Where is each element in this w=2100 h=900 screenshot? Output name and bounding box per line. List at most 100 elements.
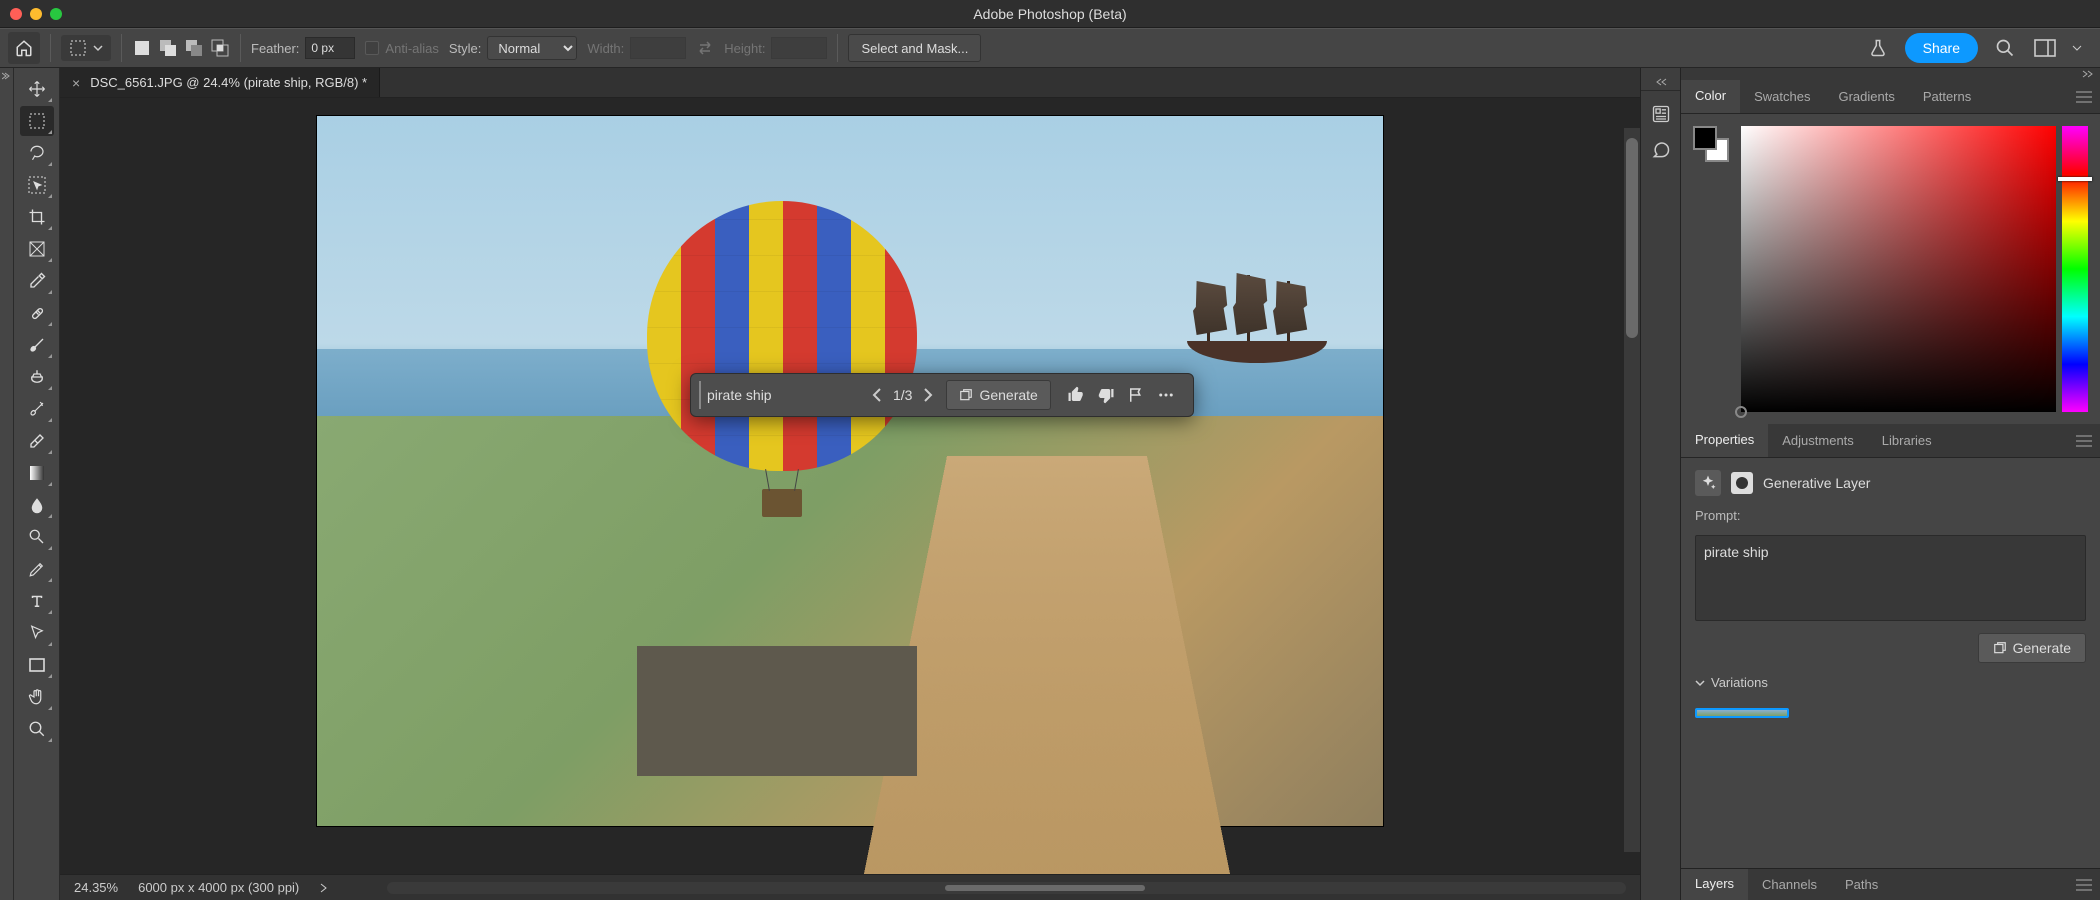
tab-swatches[interactable]: Swatches (1740, 80, 1824, 113)
intersect-selection-icon[interactable] (210, 38, 230, 58)
panel-menu-icon[interactable] (2068, 869, 2100, 900)
search-icon[interactable] (1992, 35, 2018, 61)
lasso-tool[interactable] (20, 138, 54, 168)
collapse-chevrons-icon[interactable] (1654, 78, 1668, 86)
gradient-tool[interactable] (20, 458, 54, 488)
panel-menu-icon[interactable] (2068, 424, 2100, 457)
tab-libraries[interactable]: Libraries (1868, 424, 1946, 457)
thumbs-up-icon[interactable] (1067, 386, 1085, 404)
document-tab-title: DSC_6561.JPG @ 24.4% (pirate ship, RGB/8… (90, 75, 367, 90)
rectangular-marquee-tool[interactable] (20, 106, 54, 136)
zoom-level[interactable]: 24.35% (74, 880, 118, 895)
tab-channels[interactable]: Channels (1748, 869, 1831, 900)
collapse-chevrons-icon[interactable] (2080, 70, 2094, 78)
variation-thumb-1[interactable] (1695, 708, 1789, 718)
status-menu-chevron-icon[interactable] (319, 882, 327, 894)
beaker-icon[interactable] (1865, 35, 1891, 61)
clone-stamp-tool[interactable] (20, 362, 54, 392)
options-bar: Feather: Anti-alias Style: Normal Width:… (0, 28, 2100, 68)
tab-color[interactable]: Color (1681, 80, 1740, 113)
close-window[interactable] (10, 8, 22, 20)
spot-healing-tool[interactable] (20, 298, 54, 328)
dodge-tool[interactable] (20, 522, 54, 552)
minimize-window[interactable] (30, 8, 42, 20)
blur-tool[interactable] (20, 490, 54, 520)
chevron-down-icon[interactable] (2072, 43, 2082, 53)
history-panel-icon[interactable] (1648, 101, 1674, 127)
brush-tool[interactable] (20, 330, 54, 360)
path-selection-tool[interactable] (20, 618, 54, 648)
scrollbar-thumb[interactable] (1626, 138, 1638, 338)
tab-adjustments[interactable]: Adjustments (1768, 424, 1868, 457)
panel-menu-icon[interactable] (2068, 80, 2100, 113)
color-picker-cursor[interactable] (1735, 406, 1747, 418)
width-input (630, 37, 686, 59)
hue-slider-thumb[interactable] (2058, 177, 2092, 181)
tab-properties[interactable]: Properties (1681, 424, 1768, 457)
divider (837, 34, 838, 62)
tab-patterns[interactable]: Patterns (1909, 80, 1985, 113)
close-tab-icon[interactable]: × (72, 75, 80, 91)
tab-gradients[interactable]: Gradients (1824, 80, 1908, 113)
object-selection-tool[interactable] (20, 170, 54, 200)
gen-prompt-input[interactable] (699, 381, 859, 409)
add-selection-icon[interactable] (158, 38, 178, 58)
gen-prev-icon[interactable] (871, 388, 883, 402)
antialias-checkbox (365, 41, 379, 55)
flag-icon[interactable] (1127, 386, 1145, 404)
variations-section-header[interactable]: Variations (1695, 675, 2086, 690)
collapsed-panel-dock (1640, 68, 1680, 900)
canvas-viewport[interactable]: 1/3 Generate (60, 98, 1640, 874)
properties-generate-button[interactable]: Generate (1978, 633, 2086, 663)
move-tool[interactable] (20, 74, 54, 104)
share-button[interactable]: Share (1905, 33, 1978, 63)
canvas-image[interactable] (317, 116, 1383, 826)
hue-slider[interactable] (2062, 126, 2088, 412)
feather-input[interactable] (305, 37, 355, 59)
thumbs-down-icon[interactable] (1097, 386, 1115, 404)
divider (121, 34, 122, 62)
horizontal-scrollbar-thumb[interactable] (945, 885, 1145, 891)
maximize-window[interactable] (50, 8, 62, 20)
document-tab[interactable]: × DSC_6561.JPG @ 24.4% (pirate ship, RGB… (60, 68, 380, 97)
gen-next-icon[interactable] (922, 388, 934, 402)
foreground-color-swatch[interactable] (1693, 126, 1717, 150)
width-label: Width: (587, 41, 624, 56)
more-icon[interactable] (1157, 386, 1175, 404)
rectangle-tool[interactable] (20, 650, 54, 680)
select-and-mask-button[interactable]: Select and Mask... (848, 34, 981, 62)
vertical-scrollbar[interactable] (1624, 128, 1640, 852)
zoom-tool[interactable] (20, 714, 54, 744)
home-button[interactable] (8, 32, 40, 64)
style-select[interactable]: Normal (487, 36, 577, 60)
properties-generate-label: Generate (2013, 640, 2071, 656)
crop-tool[interactable] (20, 202, 54, 232)
type-tool[interactable] (20, 586, 54, 616)
status-bar: 24.35% 6000 px x 4000 px (300 ppi) (60, 874, 1640, 900)
prompt-textarea[interactable]: pirate ship (1695, 535, 2086, 621)
gen-generate-button[interactable]: Generate (946, 380, 1050, 410)
eyedropper-tool[interactable] (20, 266, 54, 296)
eraser-tool[interactable] (20, 426, 54, 456)
color-field[interactable] (1741, 126, 2056, 412)
gen-generate-label: Generate (979, 387, 1037, 403)
pen-tool[interactable] (20, 554, 54, 584)
workspace-switcher-icon[interactable] (2032, 35, 2058, 61)
tools-collapse-strip[interactable] (0, 68, 14, 900)
document-dimensions[interactable]: 6000 px x 4000 px (300 ppi) (138, 880, 299, 895)
frame-tool[interactable] (20, 234, 54, 264)
layer-mask-icon[interactable] (1731, 472, 1753, 494)
foreground-background-swatch[interactable] (1693, 126, 1729, 162)
new-selection-icon[interactable] (132, 38, 152, 58)
prompt-field-label: Prompt: (1695, 508, 2086, 523)
generative-layer-icon (1695, 470, 1721, 496)
tools-panel (14, 68, 60, 900)
tool-preset-dropdown[interactable] (61, 35, 111, 61)
subtract-selection-icon[interactable] (184, 38, 204, 58)
divider (240, 34, 241, 62)
history-brush-tool[interactable] (20, 394, 54, 424)
tab-paths[interactable]: Paths (1831, 869, 1892, 900)
tab-layers[interactable]: Layers (1681, 869, 1748, 900)
comments-panel-icon[interactable] (1648, 137, 1674, 163)
hand-tool[interactable] (20, 682, 54, 712)
